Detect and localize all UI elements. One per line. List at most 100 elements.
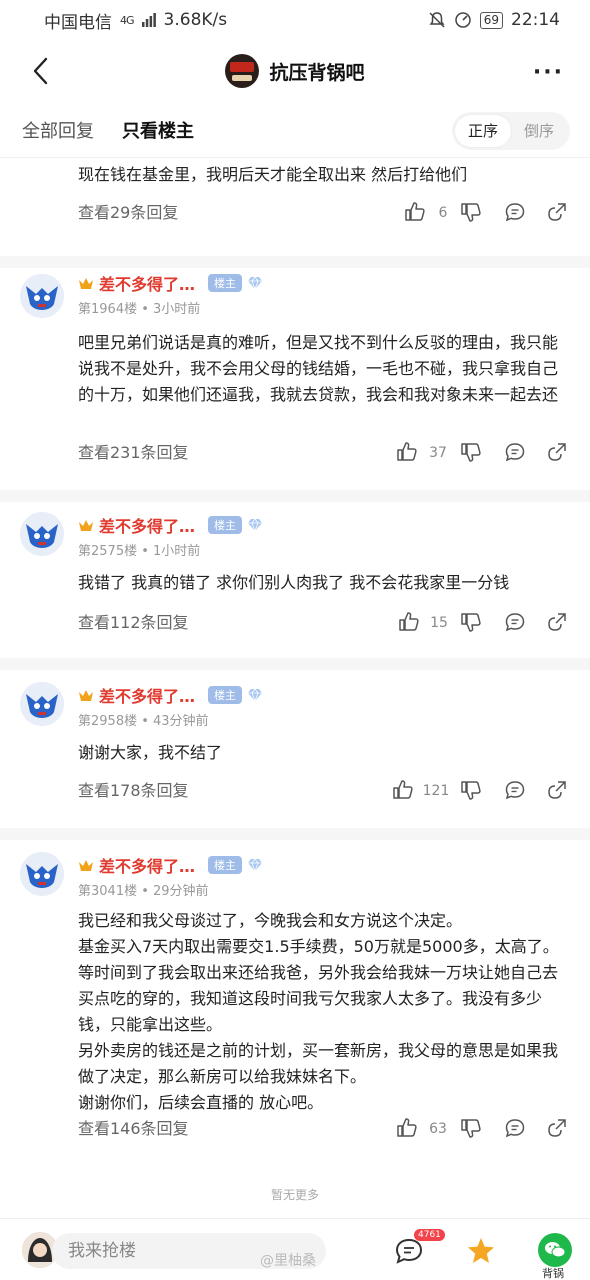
diamond-icon bbox=[248, 518, 263, 532]
forum-header[interactable]: 抗压背锅吧 bbox=[225, 54, 365, 88]
wechat-share-button[interactable] bbox=[538, 1233, 572, 1267]
forum-logo bbox=[225, 54, 260, 88]
signal-bars-icon bbox=[141, 13, 156, 27]
post-meta: 差不多得了… 楼主 第3041楼 • 29分钟前 bbox=[78, 854, 263, 899]
comment-icon[interactable] bbox=[504, 441, 526, 463]
signal-indicator: 4G bbox=[120, 13, 134, 27]
comment-icon[interactable] bbox=[504, 779, 526, 801]
name-row: 差不多得了… 楼主 bbox=[78, 272, 263, 294]
floor-time: 第3041楼 • 29分钟前 bbox=[78, 884, 209, 899]
post-meta: 差不多得了… 楼主 第1964楼 • 3小时前 bbox=[78, 272, 263, 317]
user-name[interactable]: 差不多得了… bbox=[99, 683, 195, 707]
post-divider bbox=[0, 828, 590, 840]
avatar-image bbox=[20, 682, 64, 726]
thumb-up-icon[interactable] bbox=[396, 441, 418, 463]
post-actions: 查看178条回复 121 bbox=[0, 776, 590, 806]
thumb-up-icon[interactable] bbox=[392, 779, 414, 801]
post-content: 谢谢大家，我不结了 bbox=[78, 743, 223, 762]
share-icon[interactable] bbox=[546, 611, 568, 633]
op-badge: 楼主 bbox=[208, 274, 243, 292]
back-icon[interactable] bbox=[26, 54, 56, 88]
diamond-icon bbox=[248, 858, 263, 872]
post-item: 现在钱在基金里，我明后天才能全取出来 然后打给他们 查看29条回复 6 bbox=[0, 158, 590, 256]
user-name[interactable]: 差不多得了… bbox=[99, 853, 195, 877]
avatar-image bbox=[20, 274, 64, 318]
post-paragraph: 另外卖房的钱还是之前的计划，买一套新房，我父母的意思是如果我做了决定，那么新房可… bbox=[78, 1041, 559, 1086]
name-row: 差不多得了… 楼主 bbox=[78, 854, 263, 876]
share-icon[interactable] bbox=[546, 1117, 568, 1139]
thumb-down-icon[interactable] bbox=[460, 779, 482, 801]
post-content: 我错了 我真的错了 求你们别人肉我了 我不会花我家里一分钱 bbox=[78, 573, 510, 592]
user-avatar[interactable] bbox=[20, 852, 64, 896]
user-avatar[interactable] bbox=[20, 512, 64, 556]
post-divider bbox=[0, 658, 590, 670]
network-speed: 3.68K/s bbox=[163, 10, 228, 30]
floor-time: 第2958楼 • 43分钟前 bbox=[78, 714, 209, 729]
post-content: 现在钱在基金里，我明后天才能全取出来 然后打给他们 bbox=[78, 165, 468, 184]
share-icon[interactable] bbox=[546, 779, 568, 801]
op-badge: 楼主 bbox=[208, 856, 243, 874]
forum-title: 抗压背锅吧 bbox=[269, 61, 365, 84]
post-paragraph: 我已经和我父母谈过了，今晚我会和女方说这个决定。 bbox=[78, 911, 463, 930]
speed-gauge-icon bbox=[454, 12, 471, 28]
share-icon[interactable] bbox=[546, 201, 568, 223]
sort-descending-button[interactable]: 倒序 bbox=[511, 115, 567, 147]
post-paragraph: 谢谢你们，后续会直播的 放心吧。 bbox=[78, 1093, 324, 1112]
post-item: 差不多得了… 楼主 第3041楼 • 29分钟前 我已经和我父母谈过了，今晚我会… bbox=[0, 840, 590, 1166]
diamond-icon bbox=[248, 276, 263, 290]
tab-op-only[interactable]: 只看楼主 bbox=[122, 117, 194, 143]
bottom-bar: 我来抢楼 4761 背锅 bbox=[0, 1218, 590, 1280]
like-count: 6 bbox=[438, 205, 448, 221]
view-replies-link[interactable]: 查看29条回复 bbox=[78, 198, 178, 228]
post-meta: 差不多得了… 楼主 第2575楼 • 1小时前 bbox=[78, 514, 263, 559]
star-icon[interactable] bbox=[466, 1236, 496, 1266]
comment-icon[interactable] bbox=[504, 201, 526, 223]
no-more-text: 暂无更多 bbox=[270, 1188, 319, 1202]
crown-icon bbox=[79, 519, 93, 531]
thumb-up-icon[interactable] bbox=[398, 611, 420, 633]
comment-icon[interactable] bbox=[504, 611, 526, 633]
share-icon[interactable] bbox=[546, 441, 568, 463]
post-paragraph: 基金买入7天内取出需要交1.5手续费，50万就是5000多，太高了。等时间到了我… bbox=[78, 937, 559, 1034]
floor-time: 第2575楼 • 1小时前 bbox=[78, 544, 201, 559]
status-right: 69 22:14 bbox=[428, 10, 560, 30]
sort-ascending-button[interactable]: 正序 bbox=[455, 115, 511, 147]
post-item: 差不多得了… 楼主 第2958楼 • 43分钟前 谢谢大家，我不结了 查看178… bbox=[0, 670, 590, 828]
more-icon[interactable]: ··· bbox=[533, 60, 564, 85]
name-row: 差不多得了… 楼主 bbox=[78, 684, 263, 706]
tab-all-replies[interactable]: 全部回复 bbox=[22, 117, 94, 143]
carrier-name: 中国电信 bbox=[44, 12, 112, 33]
thumb-down-icon[interactable] bbox=[460, 1117, 482, 1139]
view-replies-link[interactable]: 查看112条回复 bbox=[78, 608, 189, 638]
post-actions: 查看29条回复 6 bbox=[0, 198, 590, 228]
status-bar: 中国电信 4G 3.68K/s 69 22:14 bbox=[0, 0, 590, 40]
post-item: 差不多得了… 楼主 第2575楼 • 1小时前 我错了 我真的错了 求你们别人肉… bbox=[0, 502, 590, 658]
clock: 22:14 bbox=[511, 10, 560, 30]
op-badge: 楼主 bbox=[208, 516, 243, 534]
user-name[interactable]: 差不多得了… bbox=[99, 271, 195, 295]
status-left: 中国电信 4G 3.68K/s bbox=[44, 8, 227, 33]
user-avatar[interactable] bbox=[20, 682, 64, 726]
comment-icon[interactable] bbox=[504, 1117, 526, 1139]
view-replies-link[interactable]: 查看231条回复 bbox=[78, 438, 189, 468]
post-content: 我已经和我父母谈过了，今晚我会和女方说这个决定。 基金买入7天内取出需要交1.5… bbox=[78, 908, 568, 1116]
avatar-image bbox=[20, 512, 64, 556]
thumb-down-icon[interactable] bbox=[460, 441, 482, 463]
user-avatar[interactable] bbox=[20, 274, 64, 318]
thumb-up-icon[interactable] bbox=[404, 201, 426, 223]
crown-icon bbox=[79, 859, 93, 871]
watermark-text: @里柚桑 bbox=[260, 1253, 316, 1269]
post-divider bbox=[0, 256, 590, 268]
crown-icon bbox=[79, 689, 93, 701]
like-count: 121 bbox=[422, 783, 450, 799]
view-replies-link[interactable]: 查看178条回复 bbox=[78, 776, 189, 806]
thumb-down-icon[interactable] bbox=[460, 201, 482, 223]
wechat-icon bbox=[545, 1242, 566, 1258]
diamond-icon bbox=[248, 688, 263, 702]
post-meta: 差不多得了… 楼主 第2958楼 • 43分钟前 bbox=[78, 684, 263, 729]
view-replies-link[interactable]: 查看146条回复 bbox=[78, 1114, 189, 1144]
thumb-down-icon[interactable] bbox=[460, 611, 482, 633]
user-name[interactable]: 差不多得了… bbox=[99, 513, 195, 537]
thumb-up-icon[interactable] bbox=[396, 1117, 418, 1139]
op-badge: 楼主 bbox=[208, 686, 243, 704]
